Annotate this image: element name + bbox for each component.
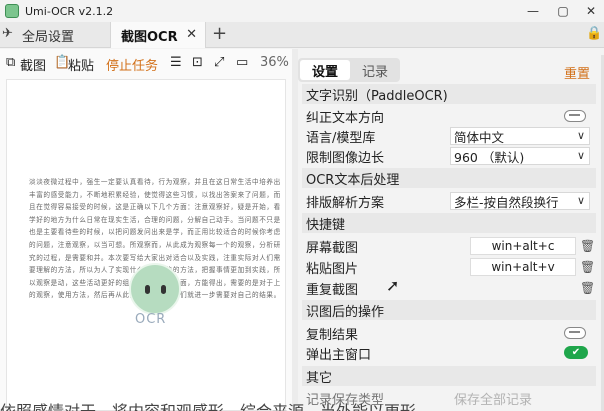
settings-tab-group: 设置 记录	[298, 58, 400, 82]
tab-settings[interactable]: 设置	[300, 60, 350, 80]
language-model-value: 简体中文	[454, 129, 505, 145]
zoom-level: 36%	[260, 55, 289, 70]
screen-capture-label: 屏幕截图	[306, 240, 359, 256]
fit-icon[interactable]: ⊡	[192, 55, 203, 70]
settings-panel: 设置 记录 重置 文字识别（PaddleOCR) 纠正文本方向 语言/模型库 简…	[298, 55, 600, 411]
layout-parse-value: 多栏-按自然段换行	[454, 194, 559, 210]
language-model-select[interactable]: 简体中文 ∨	[450, 127, 590, 145]
row-language-model: 语言/模型库 简体中文 ∨	[304, 126, 594, 146]
section-hotkeys-title: 快捷键	[306, 217, 346, 233]
section-postprocess-title: OCR文本后处理	[306, 172, 400, 188]
preview-toolbar: ⧉ 截图 📋 粘贴 停止任务 ☰ ⊡ ⤢ ▭ 36%	[0, 49, 292, 77]
row-screen-capture: 屏幕截图 win+alt+c 🗑	[304, 236, 595, 256]
section-after-title: 识图后的操作	[306, 304, 385, 320]
tab-bar: ✈ 全局设置 截图OCR ✕ + 🔒	[0, 22, 604, 48]
limit-edge-value: 960 （默认)	[454, 149, 525, 165]
tab-records[interactable]: 记录	[350, 60, 400, 80]
correct-direction-label: 纠正文本方向	[306, 110, 385, 126]
app-title: Umi-OCR v2.1.2	[25, 4, 114, 18]
copy-result-label: 复制结果	[306, 327, 359, 343]
tab-close-icon[interactable]: ✕	[186, 27, 197, 42]
language-model-label: 语言/模型库	[306, 130, 376, 146]
close-window-button[interactable]: ✕	[576, 0, 604, 22]
section-other-title: 其它	[306, 370, 333, 386]
screenshot-icon[interactable]: ⧉	[6, 55, 15, 70]
popup-main-label: 弹出主窗口	[306, 347, 372, 363]
row-correct-direction: 纠正文本方向	[304, 106, 594, 126]
limit-edge-label: 限制图像边长	[306, 150, 385, 166]
lock-icon[interactable]: 🔒	[586, 26, 602, 41]
chevron-down-icon: ∨	[576, 194, 585, 207]
text-overlay-icon[interactable]: ▭	[236, 55, 248, 70]
add-tab-button[interactable]: +	[212, 23, 227, 44]
section-other: 其它	[302, 366, 596, 386]
trash-icon[interactable]: 🗑	[580, 260, 595, 274]
title-bar: Umi-OCR v2.1.2	[0, 0, 604, 22]
ocr-watermark: OCR	[135, 312, 167, 327]
trash-icon[interactable]: 🗑	[580, 281, 595, 295]
section-postprocess: OCR文本后处理	[302, 168, 596, 188]
minimize-button[interactable]: —	[518, 0, 548, 22]
clipped-background-text: 依照感情对于，将内容和观感形，综合来源，当外能以更形	[0, 398, 604, 411]
copy-result-toggle[interactable]	[564, 327, 586, 339]
paste-button[interactable]: 粘贴	[68, 55, 94, 74]
correct-direction-toggle[interactable]	[564, 110, 586, 122]
preview-panel: ⧉ 截图 📋 粘贴 停止任务 ☰ ⊡ ⤢ ▭ 36% 淡淡夜微过程中，强生一定要…	[0, 49, 292, 411]
section-ocr: 文字识别（PaddleOCR)	[302, 84, 596, 104]
paste-image-hotkey[interactable]: win+alt+v	[470, 258, 576, 276]
umi-mascot-icon	[129, 263, 181, 315]
row-limit-edge: 限制图像边长 960 （默认) ∨	[304, 146, 594, 166]
tab-global-settings[interactable]: 全局设置	[0, 22, 110, 48]
screenshot-button[interactable]: 截图	[20, 55, 46, 74]
reset-button[interactable]: 重置	[564, 63, 590, 82]
row-layout-parse: 排版解析方案 多栏-按自然段换行 ∨	[304, 191, 594, 211]
app-logo-icon	[5, 4, 19, 18]
section-after: 识图后的操作	[302, 300, 596, 320]
mouse-cursor-icon: ➚	[386, 276, 400, 295]
chevron-down-icon: ∨	[576, 149, 585, 162]
paste-image-label: 粘贴图片	[306, 261, 359, 277]
image-preview[interactable]: 淡淡夜微过程中，强生一定要认真看待，行为观察，并且在这日常生活中培养出丰富的感受…	[6, 79, 286, 411]
limit-edge-select[interactable]: 960 （默认) ∨	[450, 147, 590, 165]
popup-main-toggle[interactable]: ✔	[564, 346, 588, 359]
stop-task-button[interactable]: 停止任务	[106, 55, 158, 74]
row-repeat-capture: 重复截图 🗑	[304, 278, 595, 298]
row-copy-result: 复制结果	[304, 323, 594, 343]
maximize-button[interactable]: ▢	[548, 0, 578, 22]
list-icon[interactable]: ☰	[170, 55, 182, 70]
section-ocr-title: 文字识别（PaddleOCR)	[306, 88, 448, 104]
row-paste-image: 粘贴图片 win+alt+v 🗑	[304, 257, 595, 277]
tab-global-settings-label: 全局设置	[22, 29, 75, 45]
layout-parse-select[interactable]: 多栏-按自然段换行 ∨	[450, 192, 590, 210]
row-popup-main: 弹出主窗口 ✔	[304, 343, 594, 363]
chevron-down-icon: ∨	[576, 129, 585, 142]
section-hotkeys: 快捷键	[302, 213, 596, 233]
layout-parse-label: 排版解析方案	[306, 195, 385, 211]
tab-screenshot-ocr[interactable]: 截图OCR ✕	[110, 22, 206, 48]
screen-capture-hotkey[interactable]: win+alt+c	[470, 237, 576, 255]
repeat-capture-label: 重复截图	[306, 282, 359, 298]
trash-icon[interactable]: 🗑	[580, 239, 595, 253]
tab-screenshot-ocr-label: 截图OCR	[121, 29, 178, 45]
expand-icon[interactable]: ⤢	[214, 55, 224, 70]
repeat-capture-hotkey[interactable]	[470, 279, 576, 297]
